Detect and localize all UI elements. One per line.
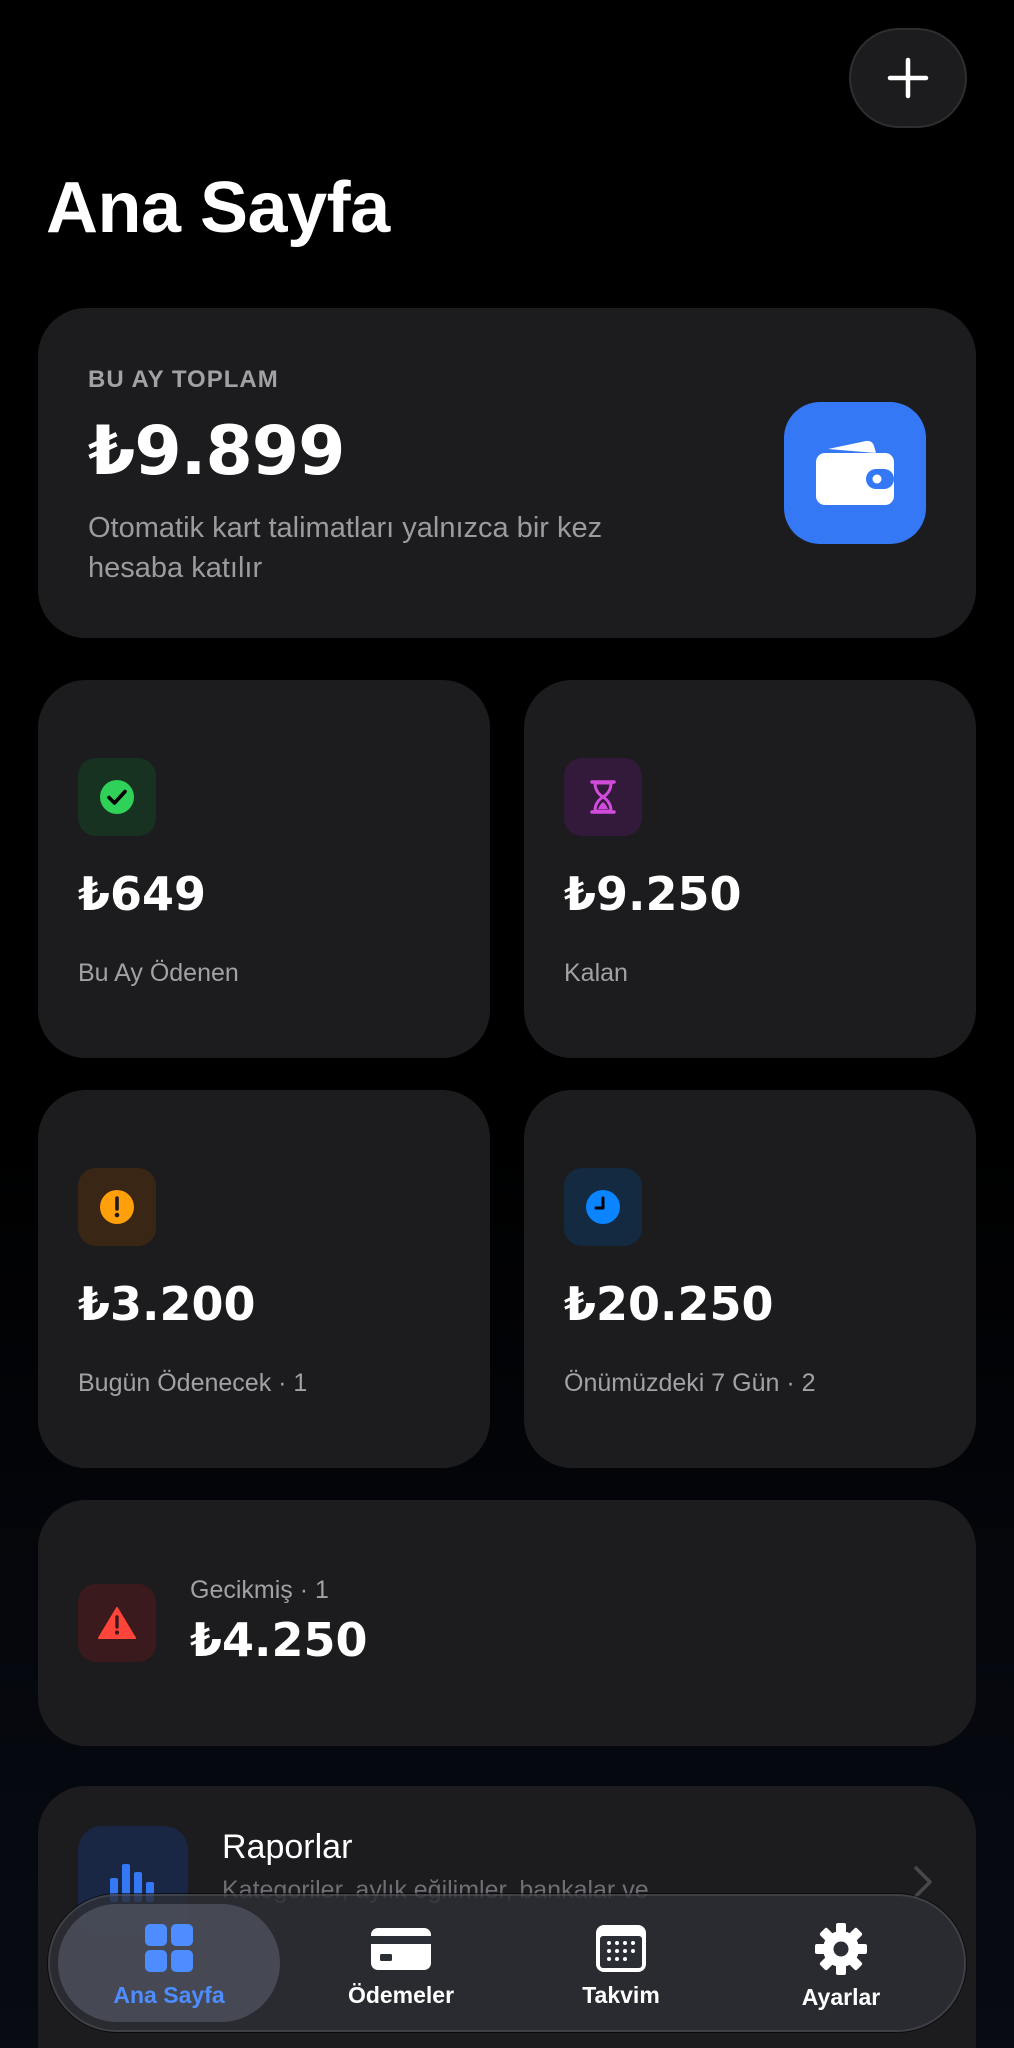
due-today-card[interactable]: ₺3.200 Bugün Ödenecek · 1 (38, 1090, 490, 1468)
tab-calendar-label: Takvim (582, 1982, 660, 2008)
page-title: Ana Sayfa (46, 168, 390, 248)
tab-settings-label: Ayarlar (801, 1984, 881, 2010)
tab-calendar[interactable]: Takvim (510, 1904, 732, 2022)
monthly-total-label: BU AY TOPLAM (88, 366, 279, 393)
grid-icon (145, 1924, 193, 1972)
checkmark-icon (78, 758, 156, 836)
remaining-value: ₺9.250 (564, 867, 742, 921)
paid-this-month-caption: Bu Ay Ödenen (78, 959, 239, 987)
reports-title: Raporlar (222, 1828, 353, 1866)
due-today-caption: Bugün Ödenecek · 1 (78, 1369, 308, 1397)
paid-this-month-card[interactable]: ₺649 Bu Ay Ödenen (38, 680, 490, 1058)
next-7-days-caption: Önümüzdeki 7 Gün · 2 (564, 1369, 816, 1397)
home-screen: Ana Sayfa BU AY TOPLAM ₺9.899 Otomatik k… (0, 0, 1014, 2048)
due-today-value: ₺3.200 (78, 1277, 256, 1331)
tab-payments[interactable]: Ödemeler (290, 1904, 512, 2022)
hourglass-icon (564, 758, 642, 836)
monthly-total-note: Otomatik kart talimatları yalnızca bir k… (88, 512, 603, 584)
clock-icon (564, 1168, 642, 1246)
next-7-days-card[interactable]: ₺20.250 Önümüzdeki 7 Gün · 2 (524, 1090, 976, 1468)
paid-this-month-value: ₺649 (78, 867, 207, 921)
add-button[interactable] (849, 28, 967, 128)
plus-icon (887, 57, 929, 99)
tab-payments-label: Ödemeler (347, 1982, 455, 2008)
tab-bar: Ana Sayfa Ödemeler Takvim Ayarlar (48, 1894, 966, 2032)
tab-settings[interactable]: Ayarlar (730, 1904, 952, 2022)
monthly-total-amount: ₺9.899 (88, 412, 345, 491)
chevron-right-icon (914, 1866, 932, 1898)
tab-home[interactable]: Ana Sayfa (58, 1904, 280, 2022)
overdue-card[interactable]: Gecikmiş · 1 ₺4.250 (38, 1500, 976, 1746)
remaining-card[interactable]: ₺9.250 Kalan (524, 680, 976, 1058)
warning-triangle-icon (78, 1584, 156, 1662)
monthly-total-card[interactable]: BU AY TOPLAM ₺9.899 Otomatik kart talima… (38, 308, 976, 638)
calendar-icon (596, 1925, 646, 1972)
overdue-value: ₺4.250 (190, 1613, 368, 1667)
next-7-days-value: ₺20.250 (564, 1277, 774, 1331)
overdue-caption: Gecikmiş · 1 (190, 1576, 329, 1604)
exclamation-icon (78, 1168, 156, 1246)
tab-home-label: Ana Sayfa (113, 1982, 225, 2008)
remaining-caption: Kalan (564, 959, 628, 987)
gear-icon (815, 1923, 867, 1975)
credit-card-icon (371, 1928, 431, 1970)
wallet-icon (784, 402, 926, 544)
